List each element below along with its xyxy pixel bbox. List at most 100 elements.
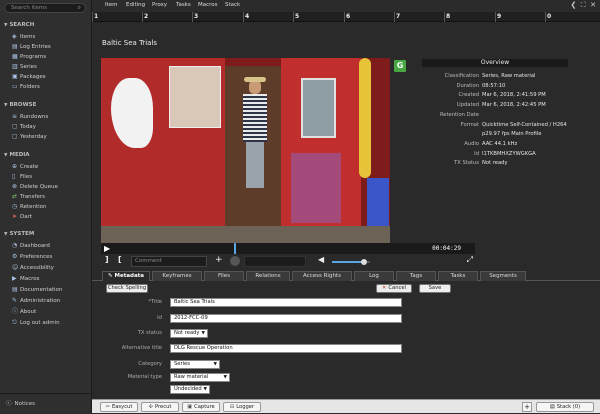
menu-macros[interactable]: Macros — [198, 2, 218, 8]
slot-divider — [444, 12, 445, 22]
fullscreen-icon[interactable]: ⤢ — [467, 255, 473, 265]
menu-item[interactable]: Item — [105, 2, 118, 8]
tab-relations[interactable]: Relations — [246, 271, 290, 281]
fullscreen-icon[interactable]: ⛶ — [581, 1, 586, 9]
sidebar-item-retention[interactable]: ◷ Retention — [12, 202, 90, 211]
slot-8[interactable]: 8 — [446, 13, 450, 20]
slot-6[interactable]: 6 — [346, 13, 350, 20]
tab-access-rights[interactable]: Access Rights — [292, 271, 352, 281]
tab-files[interactable]: Files — [204, 271, 244, 281]
cancel-button[interactable]: ✕ Cancel — [376, 284, 412, 293]
sidebar-item-delete-queue[interactable]: ⊗ Delete Queue — [12, 182, 90, 191]
notices-button[interactable]: ⓘ Notices — [0, 393, 92, 413]
dashboard-icon: ◔ — [12, 242, 18, 249]
sidebar-item-accessibility[interactable]: ☺ Accessibility — [12, 263, 90, 272]
sidebar-item-logout[interactable]: ⎋ Log out admin — [12, 318, 90, 327]
alternative-title-input[interactable]: DLG Rescue Operation — [170, 344, 402, 353]
tab-tags[interactable]: Tags — [396, 271, 436, 281]
sidebar-item-about[interactable]: ⓘ About — [12, 307, 90, 316]
undecided-select[interactable]: Undecided ▼ — [170, 385, 210, 394]
add-to-stack-button[interactable]: + — [522, 402, 532, 412]
marker-field[interactable] — [244, 256, 306, 267]
slot-3[interactable]: 3 — [194, 13, 198, 20]
sidebar-item-items[interactable]: ◈ Items — [12, 32, 90, 41]
capture-button[interactable]: ▣ Capture — [182, 402, 220, 412]
section-browse[interactable]: ▼ BROWSE — [4, 102, 36, 108]
mark-in-button[interactable]: ] — [105, 255, 109, 264]
category-select[interactable]: Series ▼ — [170, 360, 220, 369]
sidebar-item-programs[interactable]: ▦ Programs — [12, 52, 90, 61]
pencil-icon: ✎ — [107, 273, 113, 279]
slot-4[interactable]: 4 — [245, 13, 249, 20]
sidebar-item-administration[interactable]: ✎ Administration — [12, 296, 90, 305]
video-preview[interactable] — [101, 58, 390, 243]
slot-9[interactable]: 9 — [497, 13, 501, 20]
slot-2[interactable]: 2 — [144, 13, 148, 20]
slot-1[interactable]: 1 — [94, 13, 98, 20]
section-system[interactable]: ▼ SYSTEM — [4, 231, 34, 237]
search-input[interactable]: Search items ⌕ — [4, 3, 86, 13]
sidebar-item-transfers[interactable]: ⇄ Transfers — [12, 192, 90, 201]
volume-fill — [332, 261, 365, 263]
id-input[interactable]: 2012-FCC-09 — [170, 314, 402, 323]
slot-0[interactable]: 0 — [547, 13, 551, 20]
sidebar-item-folders[interactable]: ▭ Folders — [12, 82, 90, 91]
loop-icon[interactable] — [230, 256, 240, 266]
sidebar-item-rundowns[interactable]: ≡ Rundowns — [12, 112, 90, 121]
check-spelling-button[interactable]: Check Spelling — [106, 284, 148, 293]
volume-knob[interactable] — [361, 259, 368, 265]
tab-log[interactable]: Log — [354, 271, 394, 281]
tab-segments[interactable]: Segments — [480, 271, 526, 281]
field-label: TX status — [137, 330, 162, 336]
sidebar-item-dart[interactable]: ➤ Dart — [12, 212, 90, 221]
section-search[interactable]: ▼ SEARCH — [4, 22, 34, 28]
field-label: Material type — [127, 374, 162, 380]
play-icon[interactable]: ▶ — [104, 244, 110, 253]
sidebar-item-series[interactable]: ▥ Series — [12, 62, 90, 71]
slot-7[interactable]: 7 — [396, 13, 400, 20]
playhead[interactable] — [234, 243, 237, 254]
tab-metadata[interactable]: ✎ Metadata — [102, 271, 150, 281]
program-icon: ▦ — [12, 53, 18, 60]
logger-button[interactable]: ⊟ Logger — [223, 402, 261, 412]
back-icon[interactable]: ❮ — [570, 1, 576, 9]
section-media[interactable]: ▼ MEDIA — [4, 152, 30, 158]
menu-tasks[interactable]: Tasks — [176, 2, 191, 8]
tx-status-select[interactable]: Not ready ▼ — [170, 329, 208, 338]
menu-stack[interactable]: Stack — [225, 2, 240, 8]
timeline-scrubber[interactable]: ▶ 00:04:29 — [101, 243, 475, 254]
precut-button[interactable]: ✣ Precut — [141, 402, 179, 412]
slot-divider — [344, 12, 345, 22]
volume-icon[interactable]: ◀ — [318, 255, 324, 264]
sidebar-item-preferences[interactable]: ⚙ Preferences — [12, 252, 90, 261]
item-panel: Baltic Sea Trials ▶ 00:04:29 ] [ Comment… — [92, 22, 600, 394]
person-shirt — [243, 94, 267, 142]
title-input[interactable]: Baltic Sea Trials — [170, 298, 402, 307]
sidebar-item-label: Administration — [20, 298, 61, 304]
material-type-select[interactable]: Raw material ▼ — [170, 373, 230, 382]
sidebar-item-macros[interactable]: ▶ Macros — [12, 274, 90, 283]
sidebar-item-label: Yesterday — [20, 134, 47, 140]
save-button[interactable]: Save — [419, 284, 451, 293]
comment-input[interactable]: Comment — [131, 256, 207, 267]
sidebar-item-documentation[interactable]: ▤ Documentation — [12, 285, 90, 294]
tab-tasks[interactable]: Tasks — [438, 271, 478, 281]
sidebar-item-files[interactable]: ▯ Files — [12, 172, 90, 181]
sidebar-item-log-entries[interactable]: ▤ Log Entries — [12, 42, 90, 51]
close-icon[interactable]: ✕ — [590, 1, 596, 9]
sidebar-item-dashboard[interactable]: ◔ Dashboard — [12, 241, 90, 250]
stack-button[interactable]: ▤ Stack (0) — [536, 402, 594, 412]
tab-keyframes[interactable]: Keyframes — [152, 271, 202, 281]
sidebar-item-today[interactable]: ▢ Today — [12, 122, 90, 131]
volume-slider[interactable] — [332, 259, 370, 265]
mark-out-button[interactable]: [ — [118, 255, 122, 264]
easycut-button[interactable]: ✂ Easycut — [100, 402, 138, 412]
sidebar-item-create[interactable]: ⊕ Create — [12, 162, 90, 171]
add-comment-icon[interactable]: + — [215, 255, 223, 265]
slot-5[interactable]: 5 — [295, 13, 299, 20]
sidebar-item-packages[interactable]: ▣ Packages — [12, 72, 90, 81]
menu-editing[interactable]: Editing — [126, 2, 145, 8]
field-label: Category — [138, 361, 162, 367]
sidebar-item-yesterday[interactable]: ▢ Yesterday — [12, 132, 90, 141]
menu-proxy[interactable]: Proxy — [152, 2, 167, 8]
